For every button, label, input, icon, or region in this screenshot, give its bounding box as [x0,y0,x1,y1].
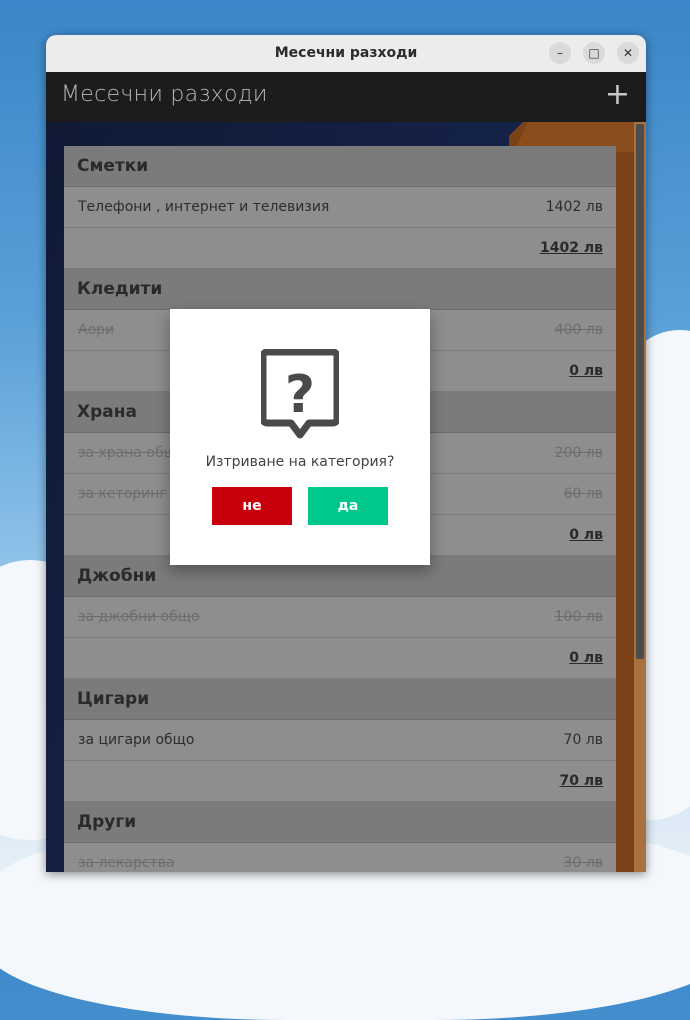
add-category-button[interactable]: + [605,78,630,112]
category-total[interactable]: 70 лв [560,773,603,789]
dialog-message: Изтриване на категория? [205,454,395,470]
category-total[interactable]: 0 лв [569,363,603,379]
category-total-row: 1402 лв [64,228,616,269]
expense-amount: 200 лв [554,445,603,461]
category-header[interactable]: Други [64,802,616,843]
category-header[interactable]: Кледити [64,269,616,310]
expense-label: Телефони , интернет и телевизия [78,199,330,215]
expense-label: за джобни общо [78,609,200,625]
category-total-row: 70 лв [64,761,616,802]
expense-row[interactable]: Телефони , интернет и телевизия 1402 лв [64,187,616,228]
expense-amount: 1402 лв [545,199,603,215]
expense-row[interactable]: за лекарства 30 лв [64,843,616,872]
expense-amount: 60 лв [563,486,603,502]
expense-label: за лекарства [78,855,175,871]
expense-row[interactable]: за цигари общо 70 лв [64,720,616,761]
category-total[interactable]: 0 лв [569,527,603,543]
no-button[interactable]: не [212,487,292,525]
svg-text:?: ? [285,365,315,425]
category-total-row: 0 лв [64,638,616,679]
category-header[interactable]: Сметки [64,146,616,187]
expense-row[interactable]: за джобни общо 100 лв [64,597,616,638]
category-header[interactable]: Цигари [64,679,616,720]
confirm-dialog: ? Изтриване на категория? не да [170,309,430,565]
app-title: Месечни разходи [61,82,268,107]
expense-label: Аори [78,322,115,338]
expense-amount: 70 лв [563,732,603,748]
yes-button[interactable]: да [308,487,388,525]
category-total[interactable]: 0 лв [569,650,603,666]
close-button[interactable]: ✕ [617,42,639,64]
scrollbar-thumb[interactable] [636,124,644,659]
expense-amount: 400 лв [554,322,603,338]
minimize-button[interactable]: – [549,42,571,64]
expense-amount: 100 лв [554,609,603,625]
expense-label: за цигари общо [78,732,195,748]
question-bubble-icon: ? [261,349,339,439]
category-total[interactable]: 1402 лв [540,240,603,256]
maximize-button[interactable]: □ [583,42,605,64]
expense-label: за кеторинг [78,486,167,502]
scrollbar[interactable] [634,122,646,872]
window-titlebar[interactable]: Месечни разходи – □ ✕ [46,35,646,73]
expense-amount: 30 лв [563,855,603,871]
app-header: Месечни разходи + [46,72,646,122]
